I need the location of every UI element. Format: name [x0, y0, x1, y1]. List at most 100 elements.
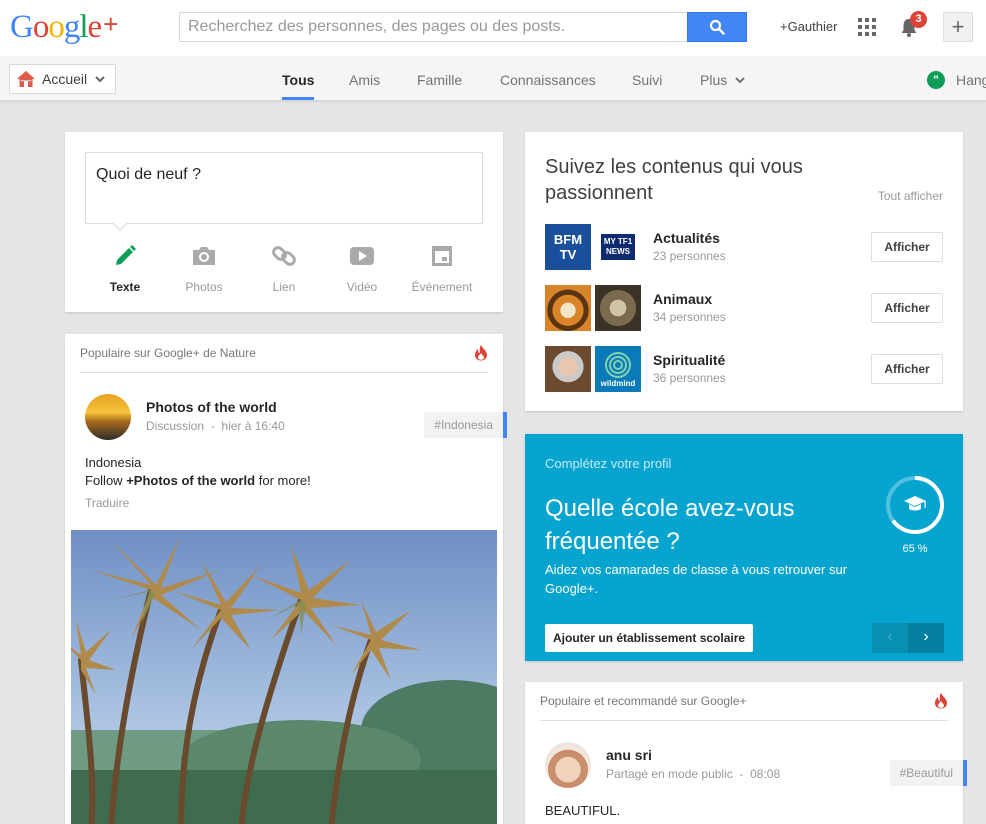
logo-letter: g: [63, 9, 80, 45]
google-plus-logo[interactable]: Google+: [10, 9, 118, 46]
topic-name[interactable]: Actualités: [653, 230, 720, 246]
top-bar: Google+ +Gauthier 3 +: [0, 0, 986, 56]
wildmind-text: wildmind: [600, 378, 636, 388]
share-link-button[interactable]: Lien: [244, 242, 324, 294]
share-text-input[interactable]: Quoi de neuf ?: [85, 152, 483, 224]
show-topic-button[interactable]: Afficher: [871, 293, 943, 323]
cat-photo: [595, 285, 641, 331]
share-photos-button[interactable]: Photos: [164, 242, 244, 294]
home-label: Accueil: [42, 71, 88, 87]
post-timestamp[interactable]: hier à 16:40: [221, 419, 284, 433]
share-video-button[interactable]: Vidéo: [322, 242, 402, 294]
topic-row-spiritualite: wildmind Spiritualité 36 personnes Affic…: [545, 346, 943, 392]
post-card: Populaire et recommandé sur Google+ anu …: [525, 682, 968, 824]
user-profile-link[interactable]: +Gauthier: [780, 19, 837, 34]
tab-connaissances[interactable]: Connaissances: [500, 72, 596, 88]
post-author-name[interactable]: anu sri: [606, 747, 652, 763]
apps-grid-icon[interactable]: [858, 18, 876, 36]
logo-letter: G: [10, 9, 34, 45]
topic-member-count: 23 personnes: [653, 249, 726, 263]
hangouts-label: Hang: [956, 72, 986, 88]
flame-icon: [475, 345, 487, 361]
post-timestamp[interactable]: 08:08: [750, 767, 780, 781]
graduation-cap-icon: [904, 496, 926, 511]
palm-trees-photo[interactable]: [71, 530, 497, 824]
complete-profile-card: Complétez votre profil Quelle école avez…: [525, 434, 963, 661]
post-meta: Discussion - hier à 16:40: [146, 419, 285, 433]
add-school-button[interactable]: Ajouter un établissement scolaire: [545, 624, 754, 652]
home-menu-button[interactable]: Accueil: [9, 64, 116, 94]
popular-in-label: Populaire et recommandé sur Google+: [540, 694, 747, 708]
post-body: BEAUTIFUL.: [545, 803, 621, 818]
show-topic-button[interactable]: Afficher: [871, 354, 943, 384]
hashtag-badge[interactable]: #Indonesia: [424, 412, 507, 438]
tab-tous[interactable]: Tous: [282, 72, 314, 88]
divider: [80, 372, 488, 373]
follow-topics-card: Suivez les contenus qui vous passionnent…: [525, 132, 963, 411]
search-box: [179, 12, 688, 42]
search-input[interactable]: [180, 13, 688, 41]
tab-amis[interactable]: Amis: [349, 72, 380, 88]
notification-count-badge[interactable]: 3: [910, 11, 927, 28]
post-text-line: Indonesia: [85, 455, 142, 470]
popular-in-label: Populaire sur Google+ de Nature: [80, 346, 256, 360]
follow-card-title: Suivez les contenus qui vous passionnent: [545, 156, 803, 204]
logo-letter: o: [32, 9, 49, 45]
spiral-icon: [605, 351, 631, 378]
video-play-icon: [350, 247, 374, 265]
translate-link[interactable]: Traduire: [85, 496, 129, 510]
topic-member-count: 34 personnes: [653, 310, 726, 324]
tab-plus-label: Plus: [700, 72, 728, 88]
mention-link[interactable]: +Photos of the world: [126, 473, 255, 488]
share-photos-label: Photos: [185, 280, 223, 294]
tf1-news-logo: MY TF1 NEWS: [595, 224, 641, 270]
active-tab-indicator: [282, 97, 314, 100]
logo-letter: +: [103, 9, 118, 39]
hashtag-badge[interactable]: #Beautiful: [889, 760, 968, 786]
topic-name[interactable]: Animaux: [653, 291, 712, 307]
divider: [540, 720, 948, 721]
link-icon: [272, 246, 296, 266]
stream-nav-bar: Accueil Tous Amis Famille Connaissances …: [0, 56, 986, 101]
next-suggestion-button[interactable]: ›: [908, 623, 944, 653]
post-text-line: Follow +Photos of the world for more!: [85, 473, 311, 488]
share-text-button[interactable]: Texte: [85, 242, 165, 294]
tab-famille[interactable]: Famille: [417, 72, 462, 88]
topic-row-actualites: BFM TV MY TF1 NEWS Actualités 23 personn…: [545, 224, 943, 270]
tiger-photo: [545, 285, 591, 331]
tab-suivi[interactable]: Suivi: [632, 72, 662, 88]
calendar-icon: [432, 246, 452, 266]
topic-member-count: 36 personnes: [653, 371, 726, 385]
post-visibility[interactable]: Partagé en mode public: [606, 767, 733, 781]
share-link-label: Lien: [272, 280, 296, 294]
share-plus-button[interactable]: +: [943, 12, 973, 42]
share-box-card: Quoi de neuf ? Texte Photos Lien Vidéo É…: [65, 132, 503, 312]
share-video-label: Vidéo: [346, 280, 378, 294]
show-topic-button[interactable]: Afficher: [871, 232, 943, 262]
palm-trees-illustration: [71, 530, 497, 824]
topic-name[interactable]: Spiritualité: [653, 352, 725, 368]
avatar[interactable]: [545, 742, 591, 788]
tf1-news-text: MY TF1 NEWS: [601, 234, 635, 260]
topic-row-animaux: Animaux 34 personnes Afficher: [545, 285, 943, 331]
hangouts-icon: ": [927, 71, 945, 89]
pencil-icon: [116, 245, 136, 265]
man-portrait-photo: [545, 346, 591, 392]
profile-question: Quelle école avez-vous fréquentée ?: [545, 495, 795, 555]
post-category[interactable]: Discussion: [146, 419, 204, 433]
previous-suggestion-button[interactable]: ‹: [872, 623, 908, 653]
share-event-button[interactable]: Événement: [402, 242, 482, 294]
tab-plus[interactable]: Plus: [700, 72, 745, 88]
post-author-name[interactable]: Photos of the world: [146, 399, 277, 415]
avatar[interactable]: [85, 394, 131, 440]
profile-description: Aidez vos camarades de classe à vous ret…: [545, 562, 848, 596]
show-all-link[interactable]: Tout afficher: [878, 189, 943, 203]
search-button[interactable]: [687, 12, 747, 42]
profile-progress-ring: [886, 476, 944, 534]
logo-letter: e: [87, 9, 103, 45]
profile-card-label: Complétez votre profil: [545, 456, 672, 471]
bfm-tv-logo: BFM TV: [545, 224, 591, 270]
hangouts-link[interactable]: " Hang: [927, 71, 986, 89]
chevron-down-icon: [95, 75, 105, 82]
chevron-down-icon: [735, 76, 745, 83]
